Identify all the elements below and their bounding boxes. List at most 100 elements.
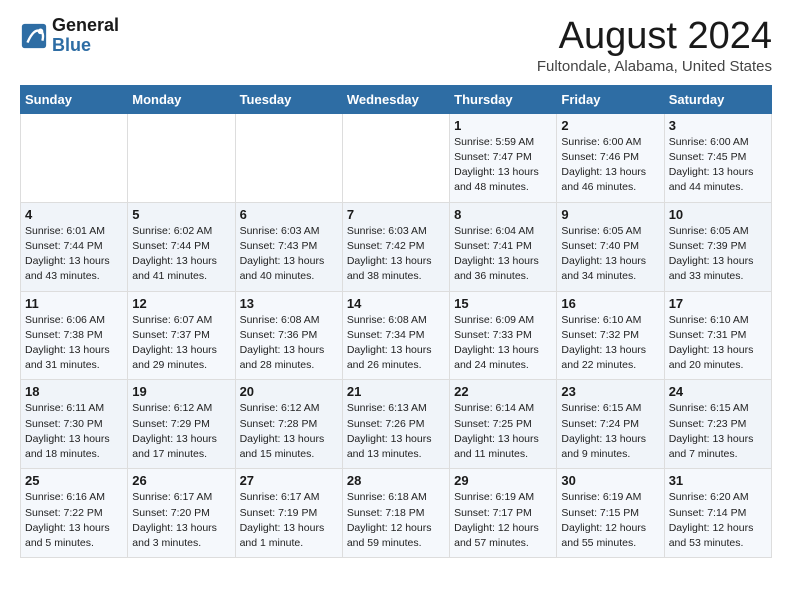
day-info: Sunrise: 5:59 AMSunset: 7:47 PMDaylight:… [454,135,552,196]
col-friday: Friday [557,85,664,113]
calendar-header-row: Sunday Monday Tuesday Wednesday Thursday… [21,85,772,113]
day-info: Sunrise: 6:05 AMSunset: 7:39 PMDaylight:… [669,224,767,285]
day-number: 11 [25,296,123,311]
day-number: 31 [669,473,767,488]
day-info: Sunrise: 6:03 AMSunset: 7:43 PMDaylight:… [240,224,338,285]
logo-line2: Blue [52,36,119,56]
day-number: 20 [240,384,338,399]
title-area: August 2024 Fultondale, Alabama, United … [537,16,772,75]
table-row: 13Sunrise: 6:08 AMSunset: 7:36 PMDayligh… [235,291,342,380]
day-number: 7 [347,207,445,222]
table-row: 24 Sunrise: 6:15 AMSunset: 7:23 PMDayligh… [664,380,771,469]
day-number: 23 [561,384,659,399]
table-row: 23 Sunrise: 6:15 AMSunset: 7:24 PMDayligh… [557,380,664,469]
day-info: Sunrise: 6:08 AMSunset: 7:34 PMDaylight:… [347,313,445,374]
day-number: 19 [132,384,230,399]
day-number: 25 [25,473,123,488]
calendar-week-row: 25 Sunrise: 6:16 AMSunset: 7:22 PMDayligh… [21,469,772,558]
day-number: 2 [561,118,659,133]
day-info: Sunrise: 6:18 AMSunset: 7:18 PMDaylight:… [347,490,445,551]
table-row: 3 Sunrise: 6:00 AMSunset: 7:45 PMDaylight… [664,113,771,202]
day-number: 16 [561,296,659,311]
calendar-week-row: 18Sunrise: 6:11 AMSunset: 7:30 PMDayligh… [21,380,772,469]
day-number: 30 [561,473,659,488]
day-number: 3 [669,118,767,133]
day-info: Sunrise: 6:15 AMSunset: 7:23 PMDaylight:… [669,401,767,462]
day-info: Sunrise: 6:20 AMSunset: 7:14 PMDaylight:… [669,490,767,551]
day-info: Sunrise: 6:17 AMSunset: 7:19 PMDaylight:… [240,490,338,551]
logo-icon [20,22,48,50]
calendar-subtitle: Fultondale, Alabama, United States [537,58,772,75]
table-row [21,113,128,202]
table-row: 11 Sunrise: 6:06 AMSunset: 7:38 PMDayligh… [21,291,128,380]
day-number: 29 [454,473,552,488]
table-row [342,113,449,202]
table-row: 28 Sunrise: 6:18 AMSunset: 7:18 PMDayligh… [342,469,449,558]
calendar-week-row: 4Sunrise: 6:01 AMSunset: 7:44 PMDaylight… [21,202,772,291]
day-info: Sunrise: 6:09 AMSunset: 7:33 PMDaylight:… [454,313,552,374]
table-row: 19Sunrise: 6:12 AMSunset: 7:29 PMDayligh… [128,380,235,469]
day-info: Sunrise: 6:19 AMSunset: 7:17 PMDaylight:… [454,490,552,551]
day-number: 26 [132,473,230,488]
day-info: Sunrise: 6:10 AMSunset: 7:31 PMDaylight:… [669,313,767,374]
table-row: 27 Sunrise: 6:17 AMSunset: 7:19 PMDayligh… [235,469,342,558]
table-row: 14 Sunrise: 6:08 AMSunset: 7:34 PMDayligh… [342,291,449,380]
table-row [235,113,342,202]
col-sunday: Sunday [21,85,128,113]
table-row: 20 Sunrise: 6:12 AMSunset: 7:28 PMDayligh… [235,380,342,469]
day-number: 10 [669,207,767,222]
day-info: Sunrise: 6:02 AMSunset: 7:44 PMDaylight:… [132,224,230,285]
table-row: 16 Sunrise: 6:10 AMSunset: 7:32 PMDayligh… [557,291,664,380]
table-row: 8 Sunrise: 6:04 AMSunset: 7:41 PMDaylight… [450,202,557,291]
day-number: 28 [347,473,445,488]
day-number: 24 [669,384,767,399]
day-number: 15 [454,296,552,311]
table-row: 26Sunrise: 6:17 AMSunset: 7:20 PMDayligh… [128,469,235,558]
day-info: Sunrise: 6:05 AMSunset: 7:40 PMDaylight:… [561,224,659,285]
day-number: 14 [347,296,445,311]
logo-line1: General [52,16,119,36]
day-number: 9 [561,207,659,222]
day-info: Sunrise: 6:16 AMSunset: 7:22 PMDaylight:… [25,490,123,551]
table-row: 6 Sunrise: 6:03 AMSunset: 7:43 PMDaylight… [235,202,342,291]
day-number: 4 [25,207,123,222]
day-info: Sunrise: 6:12 AMSunset: 7:28 PMDaylight:… [240,401,338,462]
day-number: 17 [669,296,767,311]
col-monday: Monday [128,85,235,113]
day-number: 13 [240,296,338,311]
day-number: 27 [240,473,338,488]
table-row: 21 Sunrise: 6:13 AMSunset: 7:26 PMDayligh… [342,380,449,469]
table-row: 30 Sunrise: 6:19 AMSunset: 7:15 PMDayligh… [557,469,664,558]
day-info: Sunrise: 6:14 AMSunset: 7:25 PMDaylight:… [454,401,552,462]
col-wednesday: Wednesday [342,85,449,113]
table-row: 15 Sunrise: 6:09 AMSunset: 7:33 PMDayligh… [450,291,557,380]
day-number: 5 [132,207,230,222]
table-row: 31 Sunrise: 6:20 AMSunset: 7:14 PMDayligh… [664,469,771,558]
day-info: Sunrise: 6:15 AMSunset: 7:24 PMDaylight:… [561,401,659,462]
day-number: 8 [454,207,552,222]
table-row: 1 Sunrise: 5:59 AMSunset: 7:47 PMDaylight… [450,113,557,202]
day-number: 12 [132,296,230,311]
col-tuesday: Tuesday [235,85,342,113]
day-info: Sunrise: 6:04 AMSunset: 7:41 PMDaylight:… [454,224,552,285]
day-info: Sunrise: 6:13 AMSunset: 7:26 PMDaylight:… [347,401,445,462]
day-number: 6 [240,207,338,222]
day-info: Sunrise: 6:03 AMSunset: 7:42 PMDaylight:… [347,224,445,285]
table-row: 2Sunrise: 6:00 AMSunset: 7:46 PMDaylight… [557,113,664,202]
table-row: 12 Sunrise: 6:07 AMSunset: 7:37 PMDayligh… [128,291,235,380]
day-info: Sunrise: 6:10 AMSunset: 7:32 PMDaylight:… [561,313,659,374]
day-info: Sunrise: 6:00 AMSunset: 7:45 PMDaylight:… [669,135,767,196]
col-saturday: Saturday [664,85,771,113]
table-row: 5 Sunrise: 6:02 AMSunset: 7:44 PMDaylight… [128,202,235,291]
day-info: Sunrise: 6:19 AMSunset: 7:15 PMDaylight:… [561,490,659,551]
table-row: 10 Sunrise: 6:05 AMSunset: 7:39 PMDayligh… [664,202,771,291]
day-info: Sunrise: 6:07 AMSunset: 7:37 PMDaylight:… [132,313,230,374]
day-number: 1 [454,118,552,133]
day-number: 21 [347,384,445,399]
header: General Blue August 2024 Fultondale, Ala… [20,16,772,75]
day-info: Sunrise: 6:06 AMSunset: 7:38 PMDaylight:… [25,313,123,374]
day-number: 18 [25,384,123,399]
logo: General Blue [20,16,119,56]
table-row: 4Sunrise: 6:01 AMSunset: 7:44 PMDaylight… [21,202,128,291]
table-row: 22Sunrise: 6:14 AMSunset: 7:25 PMDayligh… [450,380,557,469]
